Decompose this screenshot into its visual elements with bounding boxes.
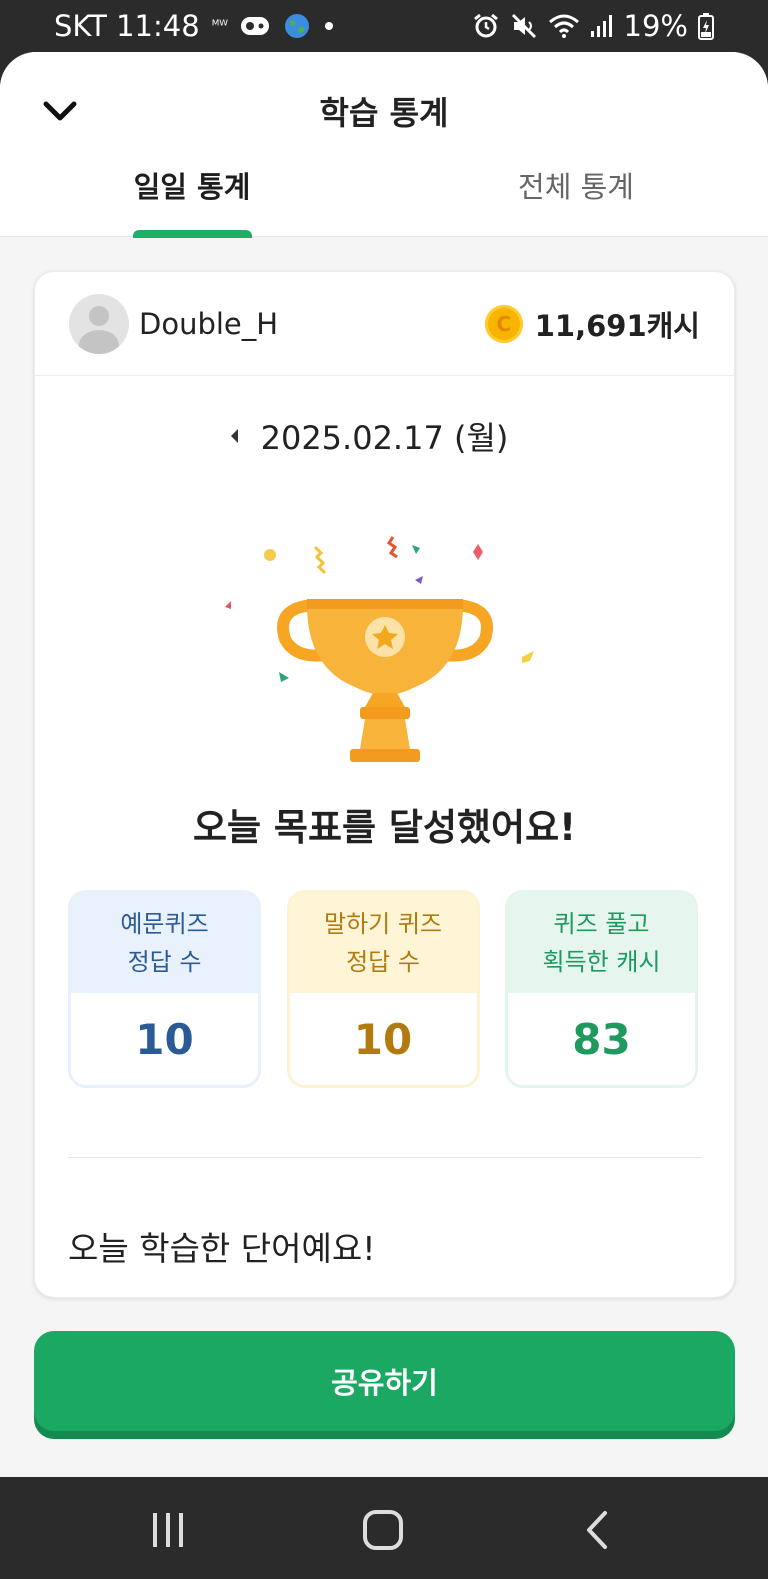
header: 학습 통계 일일 통계 전체 통계 [0, 52, 768, 238]
username: Double_H [139, 306, 279, 341]
page-title: 학습 통계 [319, 94, 449, 132]
alarm-icon [472, 12, 500, 40]
stat-label: 예문퀴즈 정답 수 [71, 893, 258, 993]
stat-label-line2: 정답 수 [127, 948, 202, 976]
mute-icon [510, 12, 538, 40]
share-button[interactable]: 공유하기 [34, 1331, 735, 1431]
avatar [69, 293, 129, 354]
cash-balance: C 11,691캐시 [484, 303, 700, 345]
stat-label: 퀴즈 풀고 획득한 캐시 [508, 893, 695, 993]
messenger-icon [240, 15, 272, 37]
home-icon[interactable] [358, 1505, 408, 1555]
tab-total[interactable]: 전체 통계 [476, 164, 676, 206]
stat-value: 10 [289, 993, 477, 1085]
stats-sheet: 학습 통계 일일 통계 전체 통계 Double_H C 11,691캐시 20… [0, 52, 768, 1477]
date-selector: 2025.02.17 (월) [35, 412, 734, 460]
back-icon[interactable] [574, 1505, 624, 1555]
stat-sentence-quiz: 예문퀴즈 정답 수 10 [68, 890, 261, 1088]
dot-icon [322, 19, 336, 33]
signal-icon [590, 13, 614, 39]
coin-icon: C [484, 304, 523, 343]
stat-speaking-quiz: 말하기 퀴즈 정답 수 10 [286, 890, 480, 1088]
cash-amount: 11,691캐시 [534, 308, 700, 343]
stat-value: 83 [508, 993, 695, 1085]
system-nav-bar [0, 1477, 768, 1579]
battery-percent: 19% [623, 9, 688, 43]
mw-label: ᴹᵂ [211, 18, 229, 34]
tab-daily[interactable]: 일일 통계 [92, 164, 292, 206]
stat-label-line2: 획득한 캐시 [542, 948, 661, 976]
status-bar: SKT 11:48 ᴹᵂ 19% [0, 0, 768, 52]
goal-message: 오늘 목표를 달성했어요! [192, 806, 577, 849]
profile-row: Double_H C 11,691캐시 [35, 272, 734, 376]
stat-value: 10 [71, 993, 258, 1085]
wifi-icon [548, 13, 580, 39]
trophy-icon [225, 536, 534, 762]
stat-label: 말하기 퀴즈 정답 수 [289, 893, 477, 993]
divider [68, 1157, 701, 1158]
stat-label-line1: 말하기 퀴즈 [323, 910, 443, 938]
trophy-illustration [215, 517, 555, 762]
carrier-time: SKT 11:48 [54, 9, 200, 43]
daily-stats-card: Double_H C 11,691캐시 2025.02.17 (월) 오늘 목표… [34, 271, 735, 1298]
coin-symbol: C [496, 311, 512, 336]
words-section-title: 오늘 학습한 단어예요! [68, 1229, 376, 1268]
stat-label-line1: 퀴즈 풀고 [553, 910, 650, 938]
recent-apps-icon[interactable] [143, 1505, 193, 1555]
date-text: 2025.02.17 (월) [260, 419, 509, 457]
stat-label-line1: 예문퀴즈 [120, 910, 209, 938]
stat-label-line2: 정답 수 [346, 948, 420, 976]
stat-earned-cash: 퀴즈 풀고 획득한 캐시 83 [505, 890, 698, 1088]
tab-bar: 일일 통계 전체 통계 [0, 164, 768, 238]
caret-left-icon[interactable] [225, 424, 245, 448]
globe-icon [284, 13, 310, 39]
stats-row: 예문퀴즈 정답 수 10 말하기 퀴즈 정답 수 10 퀴즈 풀고 획득한 캐시… [68, 890, 698, 1088]
tab-indicator [133, 230, 252, 238]
battery-icon [698, 12, 714, 40]
